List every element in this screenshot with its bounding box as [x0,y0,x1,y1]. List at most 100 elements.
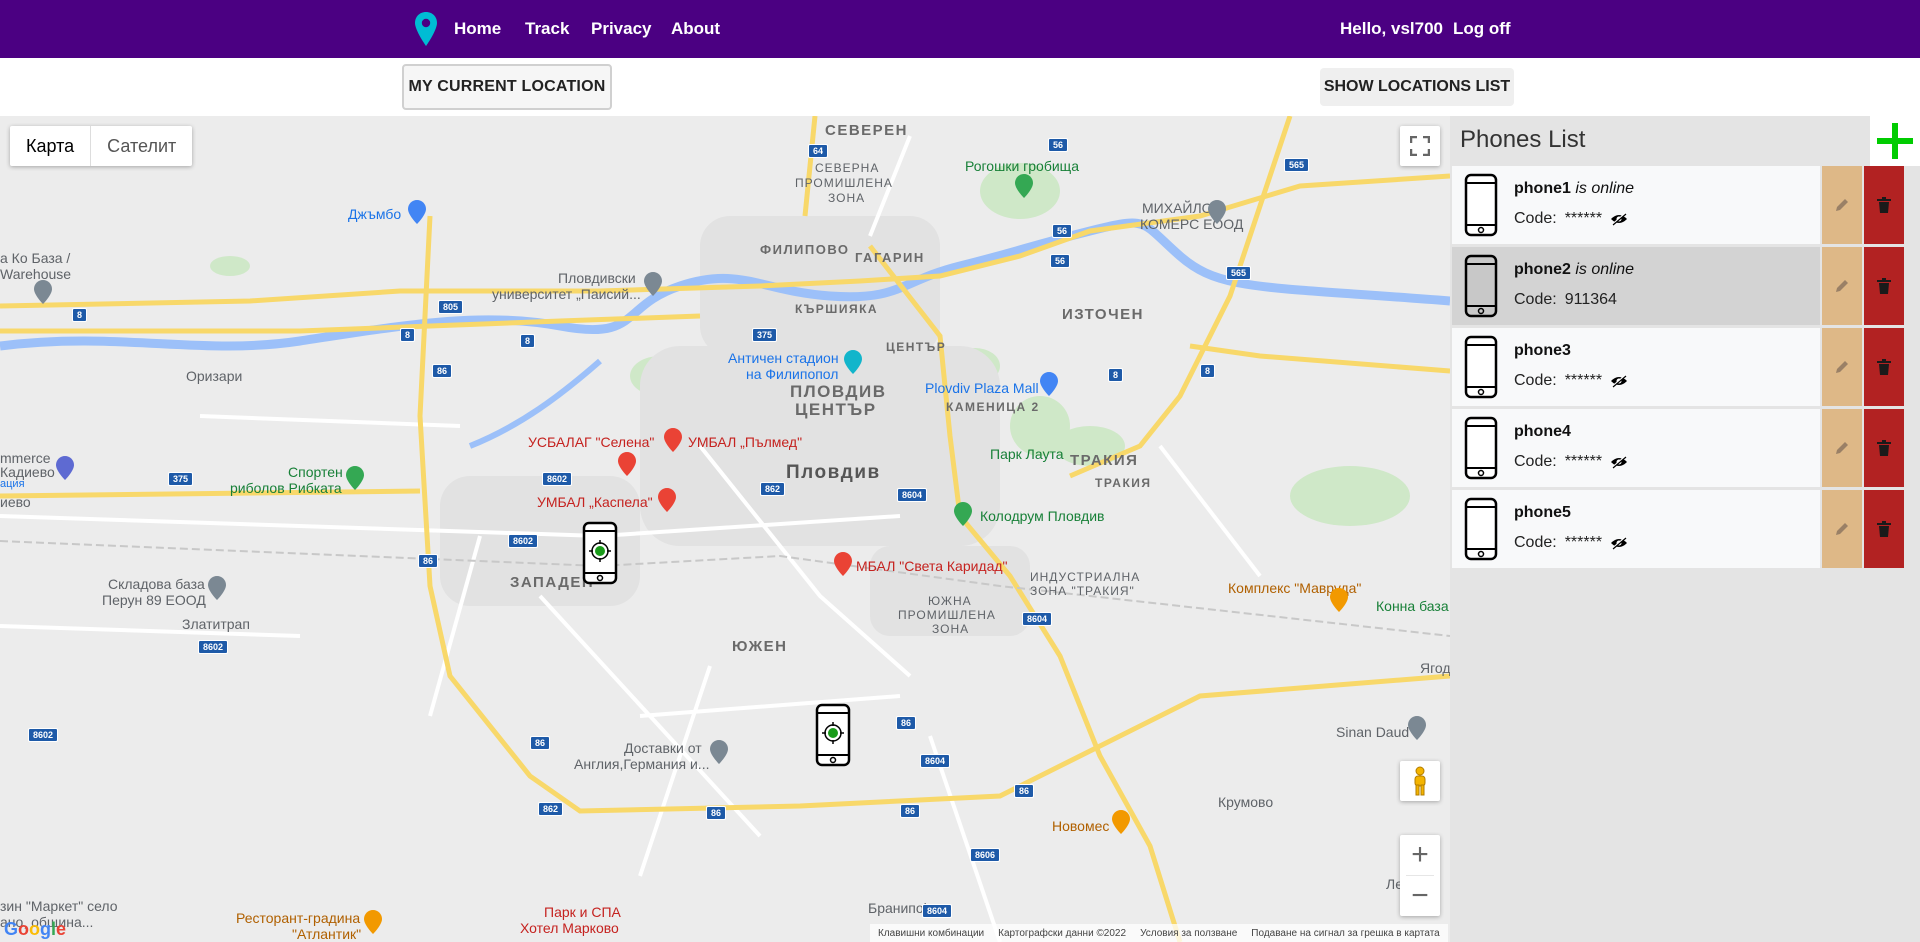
map-poi-pin[interactable] [208,576,226,600]
map-label: Конна база [1376,598,1449,614]
code-label: Code: [1514,210,1557,227]
hidden-eye-icon[interactable] [1610,212,1628,226]
terms-of-use-link[interactable]: Условия за ползване [1140,928,1237,939]
map-type-satellite-button[interactable]: Сателит [91,126,192,166]
map-poi-pin[interactable] [710,740,728,764]
map-label: ЗОНА "ТРАКИЯ" [1030,584,1135,598]
road-number-shield: 86 [432,364,453,378]
hidden-eye-icon[interactable] [1610,455,1628,469]
map-poi-pin[interactable] [834,552,852,576]
hidden-eye-icon[interactable] [1610,536,1628,550]
road-number-shield: 8604 [920,754,951,768]
code-label: Code: [1514,291,1557,308]
pencil-icon [1836,361,1848,373]
map-type-map-button[interactable]: Карта [10,126,92,166]
map-poi-pin[interactable] [844,350,862,374]
phone-list-item[interactable]: phone1 is online Code: ****** [1452,166,1820,244]
fullscreen-button[interactable] [1400,126,1440,166]
road-number-shield: 64 [808,144,829,158]
road-number-shield: 8 [520,334,536,348]
logoff-link[interactable]: Log off [1453,19,1511,39]
map-label: Plovdiv Plaza Mall [925,380,1039,396]
map-poi-pin[interactable] [364,910,382,934]
nav-privacy-link[interactable]: Privacy [591,19,652,39]
zoom-in-button[interactable]: + [1400,835,1440,875]
road-number-shield: 8602 [508,534,539,548]
map-label: ТРАКИЯ [1095,476,1152,490]
map-label: Рогошки гробища [965,158,1079,174]
map-poi-pin[interactable] [1330,588,1348,612]
map-poi-pin[interactable] [408,200,426,224]
phone-location-marker[interactable] [815,703,851,767]
edit-phone-button[interactable] [1822,166,1862,244]
map-poi-pin[interactable] [644,272,662,296]
map-label: КЪРШИЯКА [795,302,879,316]
edit-phone-button[interactable] [1822,328,1862,406]
road-number-shield: 375 [168,472,194,486]
map-label: УМБАЛ „Пълмед" [688,434,803,450]
phone-location-marker[interactable] [582,521,618,585]
map-label: ТРАКИЯ [1070,452,1139,469]
map-poi-pin[interactable] [34,280,52,304]
map-poi-pin[interactable] [1408,716,1426,740]
road-number-shield: 8604 [897,488,928,502]
nav-about-link[interactable]: About [671,19,720,39]
phone-list-item[interactable]: phone5 Code: ****** [1452,490,1820,568]
trash-icon [1877,197,1891,213]
google-logo[interactable]: Google [4,919,66,940]
edit-phone-button[interactable] [1822,247,1862,325]
code-value: ****** [1564,210,1603,227]
map-label: ПРОМИШЛЕНА [898,608,996,622]
map-label: Парк и СПА [544,904,621,920]
map-poi-pin[interactable] [56,456,74,480]
code-value: ****** [1564,372,1603,389]
delete-phone-button[interactable] [1864,247,1904,325]
edit-phone-button[interactable] [1822,409,1862,487]
map-poi-pin[interactable] [346,466,364,490]
keyboard-shortcuts-link[interactable]: Клавишни комбинации [878,928,984,939]
user-greeting: Hello, vsl700 [1340,19,1444,38]
map-poi-pin[interactable] [1112,810,1130,834]
code-value: 911364 [1564,291,1617,308]
road-number-shield: 86 [706,806,727,820]
map-poi-pin[interactable] [618,452,636,476]
map-poi-pin[interactable] [1208,200,1226,224]
show-locations-list-button[interactable]: SHOW LOCATIONS LIST [1320,68,1514,106]
map-label: Парк Лаута [990,446,1064,462]
phone-list-item[interactable]: phone2 is online Code: 911364 [1452,247,1820,325]
map-poi-pin[interactable] [1015,174,1033,198]
edit-phone-button[interactable] [1822,490,1862,568]
delete-phone-button[interactable] [1864,328,1904,406]
nav-track-link[interactable]: Track [525,19,569,39]
nav-home-link[interactable]: Home [454,19,501,39]
add-phone-button[interactable] [1870,116,1920,166]
code-label: Code: [1514,534,1557,551]
map-view[interactable]: СЕВЕРЕН СЕВЕРНА ПРОМИШЛЕНА ЗОНА ФИЛИПОВО… [0,116,1450,942]
report-map-error-link[interactable]: Подаване на сигнал за грешка в картата [1251,928,1439,939]
phone-name: phone3 [1514,342,1571,359]
phone-list-item[interactable]: phone4 Code: ****** [1452,409,1820,487]
hidden-eye-icon[interactable] [1610,374,1628,388]
map-poi-pin[interactable] [664,428,682,452]
map-poi-pin[interactable] [954,502,972,526]
phone-list-item[interactable]: phone3 Code: ****** [1452,328,1820,406]
pencil-icon [1836,523,1848,535]
map-poi-pin[interactable] [1040,372,1058,396]
top-navbar: Home Track Privacy About Hello, vsl700 L… [0,0,1920,58]
map-pin-icon[interactable] [414,12,438,46]
map-label: Хотел Марково [520,920,619,936]
my-current-location-button[interactable]: MY CURRENT LOCATION [402,64,612,110]
delete-phone-button[interactable] [1864,166,1904,244]
zoom-out-button[interactable]: − [1400,876,1440,916]
road-number-shield: 86 [896,716,917,730]
phone-name: phone4 [1514,423,1571,440]
map-label: Джъмбо [348,206,402,222]
map-label: Оризари [186,368,243,384]
map-poi-pin[interactable] [658,488,676,512]
map-label: Ресторант-градина [236,910,361,926]
map-label: Англия,Германия и... [574,756,710,772]
delete-phone-button[interactable] [1864,409,1904,487]
street-view-pegman-button[interactable] [1400,761,1440,801]
delete-phone-button[interactable] [1864,490,1904,568]
road-number-shield: 8 [72,308,88,322]
